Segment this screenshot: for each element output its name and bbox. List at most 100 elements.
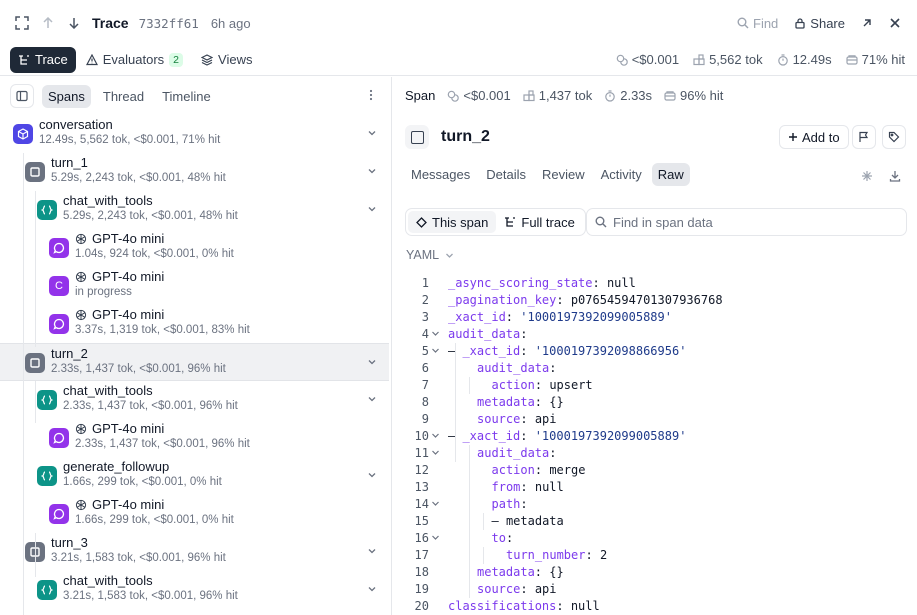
- open-external-icon[interactable]: [855, 11, 879, 35]
- tab-views[interactable]: Views: [193, 47, 260, 73]
- span-row[interactable]: chat_with_tools 2.33s, 1,437 tok, <$0.001…: [0, 381, 389, 419]
- search-icon: [737, 17, 749, 29]
- yaml-key: from: [491, 480, 521, 494]
- span-row[interactable]: GPT-4o mini 1.66s, 299 tok, <$0.001, 0% h…: [0, 495, 389, 533]
- line-number: 12: [414, 463, 429, 477]
- view-tab-timeline[interactable]: Timeline: [156, 85, 217, 108]
- yaml-key: _xact_id: [462, 344, 521, 358]
- more-options-icon[interactable]: [361, 89, 381, 104]
- code-line: 14 path:: [393, 496, 917, 513]
- panel-toggle-icon[interactable]: [10, 84, 34, 108]
- tab-messages[interactable]: Messages: [405, 163, 476, 186]
- view-tab-spans[interactable]: Spans: [42, 84, 91, 108]
- tag-button[interactable]: [882, 125, 906, 149]
- chevron-down-icon[interactable]: [367, 355, 377, 370]
- line-number: 20: [414, 599, 429, 613]
- line-number: 3: [421, 310, 429, 324]
- span-row[interactable]: turn_3 3.21s, 1,583 tok, <$0.001, 96% hit: [0, 533, 389, 571]
- fold-chevron-icon[interactable]: [431, 326, 440, 343]
- message-icon: [49, 504, 69, 524]
- fold-chevron-icon[interactable]: [431, 496, 440, 513]
- span-meta: 1.04s, 924 tok, <$0.001, 0% hit: [75, 248, 234, 260]
- fold-chevron-icon[interactable]: [431, 445, 440, 462]
- yaml-value: merge: [549, 463, 586, 477]
- span-row[interactable]: conversation 12.49s, 5,562 tok, <$0.001, …: [0, 115, 389, 153]
- expand-icon[interactable]: [10, 11, 34, 35]
- line-number: 16: [414, 531, 429, 545]
- find-button[interactable]: Find: [731, 10, 784, 36]
- chevron-down-icon[interactable]: [367, 202, 377, 217]
- chevron-down-icon[interactable]: [367, 582, 377, 597]
- tab-trace[interactable]: Trace: [10, 46, 76, 73]
- share-button[interactable]: Share: [788, 10, 851, 36]
- span-row[interactable]: C GPT-4o mini in progress: [0, 267, 389, 305]
- code-line: 16 to:: [393, 530, 917, 547]
- span-row[interactable]: GPT-4o mini 3.37s, 1,319 tok, <$0.001, 83…: [0, 305, 389, 343]
- span-row[interactable]: chat_with_tools 3.21s, 1,583 tok, <$0.001…: [0, 571, 389, 609]
- arrow-up-icon[interactable]: [36, 11, 60, 35]
- code-line: 13 from: null: [393, 479, 917, 496]
- view-tab-thread[interactable]: Thread: [97, 85, 150, 108]
- line-number: 15: [414, 514, 429, 528]
- add-to-button[interactable]: Add to: [779, 125, 849, 149]
- code-line: 7 action: upsert: [393, 377, 917, 394]
- scope-this-span[interactable]: This span: [408, 211, 497, 233]
- yaml-key: _xact_id: [462, 429, 521, 443]
- span-name: GPT-4o mini: [75, 269, 164, 284]
- tab-evaluators[interactable]: Evaluators 2: [78, 47, 191, 73]
- fold-chevron-icon[interactable]: [431, 428, 440, 445]
- span-meta: 12.49s, 5,562 tok, <$0.001, 71% hit: [39, 134, 221, 146]
- line-number: 2: [421, 293, 429, 307]
- code-text: from: null: [491, 480, 564, 494]
- timer-icon: [777, 53, 788, 66]
- span-row[interactable]: turn_2 2.33s, 1,437 tok, <$0.001, 96% hit: [0, 343, 389, 381]
- span-duration: 2.33s: [604, 88, 652, 103]
- chevron-down-icon[interactable]: [367, 544, 377, 559]
- arrow-down-icon[interactable]: [62, 11, 86, 35]
- coins-icon: [616, 54, 628, 66]
- span-row[interactable]: generate_followup 1.66s, 299 tok, <$0.001…: [0, 457, 389, 495]
- chevron-down-icon[interactable]: [367, 126, 377, 141]
- flag-button[interactable]: [852, 125, 876, 149]
- triangle-alert-icon: [85, 53, 98, 65]
- close-icon[interactable]: [883, 11, 907, 35]
- yaml-key: turn_number: [506, 548, 586, 562]
- span-row[interactable]: chat_with_tools 5.29s, 2,243 tok, <$0.001…: [0, 191, 389, 229]
- yaml-value: api: [534, 412, 557, 426]
- tab-details[interactable]: Details: [480, 163, 532, 186]
- code-text: to:: [491, 531, 514, 545]
- tab-activity[interactable]: Activity: [595, 163, 648, 186]
- scope-full-trace[interactable]: Full trace: [496, 211, 582, 233]
- fold-chevron-icon[interactable]: [431, 343, 440, 360]
- message-icon: [49, 428, 69, 448]
- line-number: 9: [421, 412, 429, 426]
- tree-guide-line: [23, 153, 24, 615]
- line-number: 5: [421, 344, 429, 358]
- summary-duration-value: 12.49s: [792, 52, 832, 67]
- code-text: – _xact_id: '1000197392098866956': [448, 344, 687, 358]
- code-text: audit_data:: [477, 361, 557, 375]
- span-data-search-input[interactable]: [613, 214, 893, 230]
- chevron-down-icon[interactable]: [367, 164, 377, 179]
- yaml-key: _async_scoring_state: [448, 276, 593, 290]
- yaml-key: source: [477, 582, 521, 596]
- share-label: Share: [810, 15, 845, 31]
- tab-review[interactable]: Review: [536, 163, 591, 186]
- evaluators-count-badge: 2: [169, 52, 184, 67]
- sparkle-icon[interactable]: [856, 165, 878, 187]
- tab-raw[interactable]: Raw: [651, 163, 690, 186]
- message-icon: [49, 238, 69, 258]
- span-cost-value: <$0.001: [463, 88, 511, 103]
- span-row[interactable]: GPT-4o mini 1.04s, 924 tok, <$0.001, 0% h…: [0, 229, 389, 267]
- format-select[interactable]: YAML: [406, 248, 454, 262]
- braces-icon: [37, 390, 57, 410]
- download-icon[interactable]: [884, 165, 906, 187]
- code-text: _async_scoring_state: null: [448, 276, 636, 290]
- span-name-text: GPT-4o mini: [92, 497, 165, 512]
- span-row[interactable]: GPT-4o mini 2.33s, 1,437 tok, <$0.001, 96…: [0, 419, 389, 457]
- fold-chevron-icon[interactable]: [431, 530, 440, 547]
- chevron-down-icon[interactable]: [367, 392, 377, 407]
- span-row[interactable]: turn_1 5.29s, 2,243 tok, <$0.001, 48% hit: [0, 153, 389, 191]
- span-name: turn_1: [51, 155, 88, 170]
- chevron-down-icon[interactable]: [367, 468, 377, 483]
